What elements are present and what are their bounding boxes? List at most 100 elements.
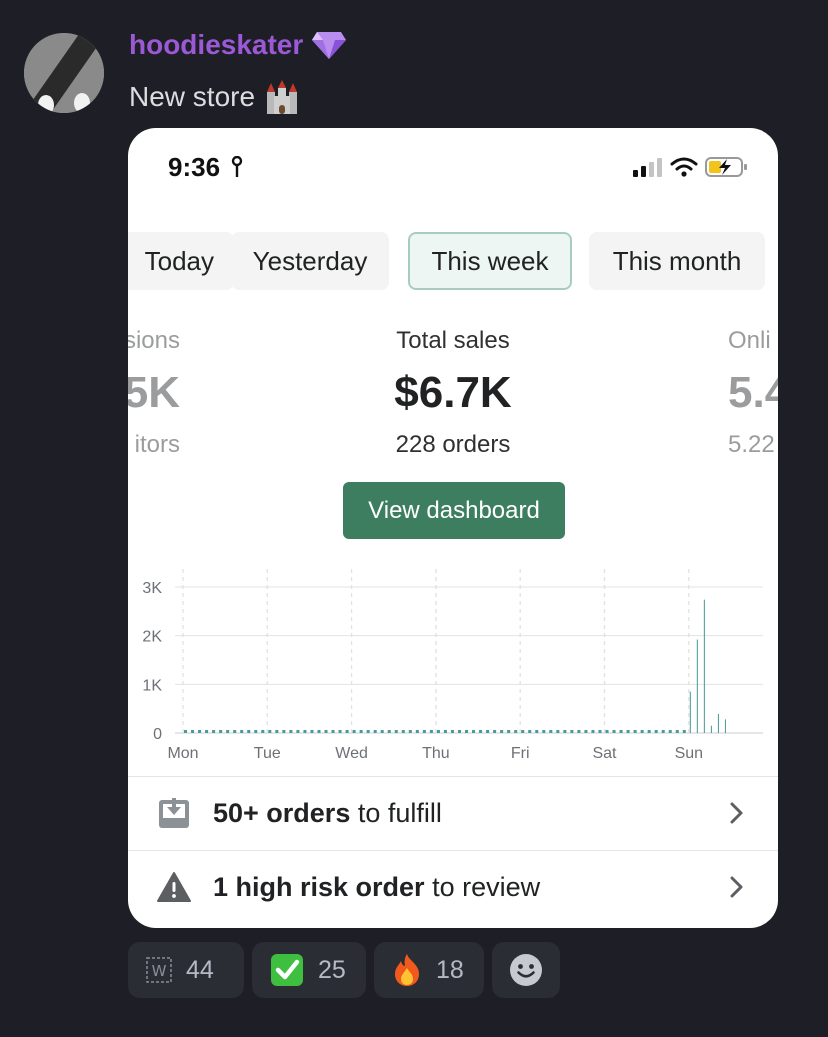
chart-bar xyxy=(689,691,691,733)
chart-bar xyxy=(338,730,342,733)
chart-bar xyxy=(598,730,602,733)
chart-bar xyxy=(205,730,209,733)
username-text: hoodieskater xyxy=(129,29,304,60)
chart-bar xyxy=(247,730,251,733)
task-high-risk-text: 1 high risk order to review xyxy=(213,871,541,902)
gem-icon xyxy=(312,32,347,59)
chart-bar xyxy=(233,730,237,733)
post-username[interactable]: hoodieskater xyxy=(129,29,347,61)
chart-bar xyxy=(198,730,202,733)
chart-bar xyxy=(465,730,469,733)
chart-bar xyxy=(514,730,518,733)
chart-x-tick-label: Fri xyxy=(511,745,530,762)
chart-bar xyxy=(289,730,293,733)
chart-bar xyxy=(345,730,349,733)
metric-online-sub: 5.22 xyxy=(728,431,775,458)
chart-bar xyxy=(472,730,476,733)
message-text: New store xyxy=(129,81,256,112)
chart-bar xyxy=(605,730,609,733)
post-message: New store xyxy=(129,78,301,116)
chart-bar xyxy=(324,730,328,733)
chart-bar xyxy=(710,725,712,733)
chart-bar xyxy=(366,730,370,733)
user-avatar[interactable] xyxy=(24,33,104,113)
chart-bar xyxy=(331,730,335,733)
chart-bar xyxy=(661,730,665,733)
chart-bar xyxy=(422,730,426,733)
metric-total-sales-label: Total sales xyxy=(396,327,510,354)
task-orders-text: 50+ orders to fulfill xyxy=(213,797,442,828)
chart-bar xyxy=(563,730,567,733)
chart-x-tick-label: Mon xyxy=(167,745,198,762)
chart-bar xyxy=(268,730,272,733)
tab-this-month[interactable]: This month xyxy=(589,232,765,290)
chart-bar xyxy=(570,730,574,733)
chart-bar xyxy=(275,730,279,733)
chart-bar xyxy=(724,719,726,733)
chevron-right-icon xyxy=(730,802,743,824)
chart-bar xyxy=(493,730,497,733)
chart-bar xyxy=(352,730,356,733)
chart-bar xyxy=(612,730,616,733)
chart-bar xyxy=(556,730,560,733)
reaction-count: 18 xyxy=(436,955,464,984)
signal-icon xyxy=(633,158,662,177)
chart-bar xyxy=(549,730,553,733)
chart-bar xyxy=(486,730,490,733)
chart-bar xyxy=(443,730,447,733)
tab-today[interactable]: Today xyxy=(128,232,234,290)
reaction-fire[interactable]: 18 xyxy=(374,942,484,998)
task-orders-to-fulfill[interactable]: 50+ orders to fulfill xyxy=(128,776,778,849)
chart-bar xyxy=(359,730,363,733)
w-emoji-icon: W xyxy=(146,957,172,983)
chart-bar xyxy=(675,730,679,733)
chart-bar xyxy=(521,730,525,733)
status-time: 9:36 xyxy=(168,152,221,182)
chart-x-tick-label: Thu xyxy=(422,745,450,762)
chart-bar xyxy=(619,730,623,733)
check-mark-button-icon xyxy=(271,954,303,986)
chart-bar xyxy=(219,730,223,733)
inbox-download-icon xyxy=(159,798,189,828)
chart-bar xyxy=(415,730,419,733)
chart-bar xyxy=(317,730,321,733)
smiley-icon xyxy=(510,954,542,986)
chart-bar xyxy=(591,730,595,733)
chart-y-tick-label: 2K xyxy=(142,629,162,646)
svg-text:W: W xyxy=(152,962,167,980)
tab-yesterday[interactable]: Yesterday xyxy=(231,232,389,290)
chart-bar xyxy=(254,730,258,733)
chevron-right-icon xyxy=(730,876,743,898)
tab-this-week[interactable]: This week xyxy=(408,232,572,290)
add-reaction-button[interactable] xyxy=(492,942,560,998)
chart-bar xyxy=(380,730,384,733)
chart-bar xyxy=(507,730,511,733)
chart-bar xyxy=(500,730,504,733)
chart-bar xyxy=(394,730,398,733)
battery-charging-icon xyxy=(705,157,747,177)
task-high-risk-order[interactable]: 1 high risk order to review xyxy=(128,850,778,923)
reaction-w[interactable]: W 44 xyxy=(128,942,244,998)
reaction-count: 44 xyxy=(186,955,214,984)
chart-bar xyxy=(373,730,377,733)
chart-bar xyxy=(310,730,314,733)
chart-bar xyxy=(535,730,539,733)
metric-online-label: Onli xyxy=(728,327,771,354)
metric-total-sales-value: $6.7K xyxy=(394,368,512,417)
metric-online-value: 5.4 xyxy=(728,368,778,417)
chart-bar xyxy=(577,730,581,733)
chart-bar xyxy=(647,730,651,733)
chart-bar xyxy=(191,730,195,733)
shared-screenshot[interactable]: 9:36 Today Yesterday This week This mont… xyxy=(128,128,778,928)
chart-y-tick-label: 3K xyxy=(142,580,162,597)
chart-y-tick-label: 1K xyxy=(142,677,162,694)
reaction-check-mark[interactable]: 25 xyxy=(252,942,366,998)
view-dashboard-button[interactable]: View dashboard xyxy=(343,482,565,539)
chart-bar xyxy=(479,730,483,733)
chart-bar xyxy=(626,730,630,733)
chart-bar xyxy=(457,730,461,733)
chart-bar xyxy=(261,730,265,733)
chart-bar xyxy=(436,730,440,733)
chart-x-tick-label: Sat xyxy=(592,745,617,762)
chart-x-tick-label: Sun xyxy=(675,745,703,762)
